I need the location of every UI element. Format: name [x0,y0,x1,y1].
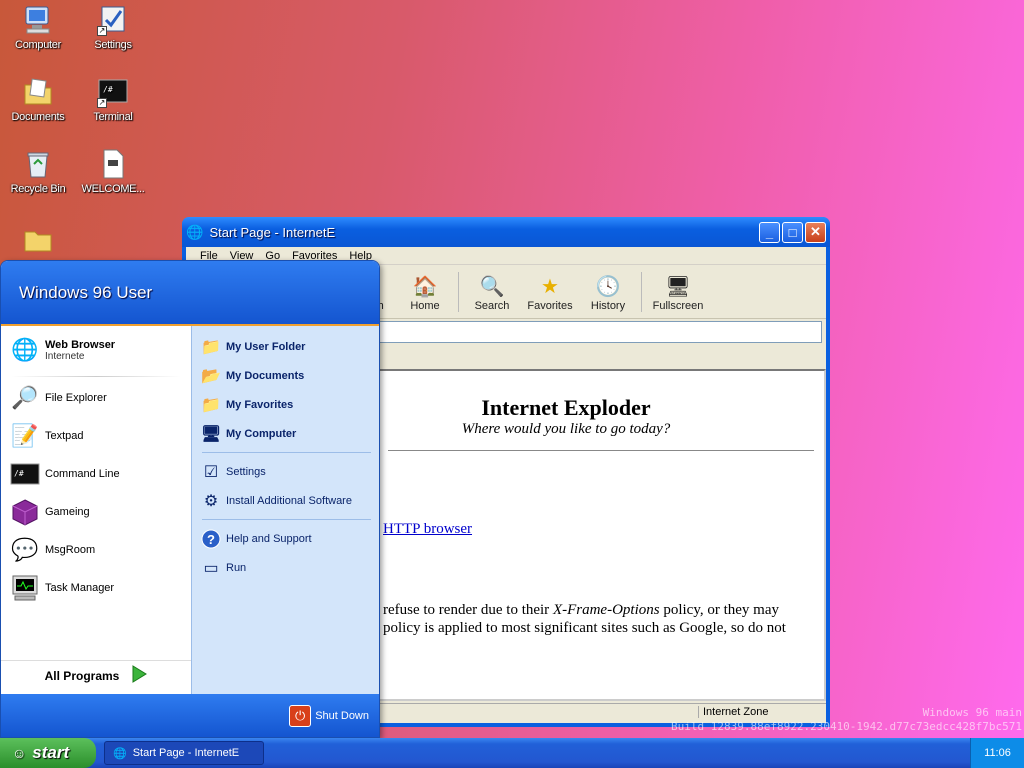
clock[interactable]: 11:06 [984,747,1011,759]
recycle-bin-icon [22,148,54,180]
terminal-icon: /# [9,458,41,490]
globe-icon: 🌐 [11,337,39,362]
start-item-my-user-folder[interactable]: 📁 My User Folder [192,332,379,361]
start-menu-pinned: 🌐 Web Browser Internete 🔎 File Explorer 📝 T… [1,326,191,696]
computer-icon: 🖥 [200,425,222,443]
browser-app-icon: 🌐 [186,223,204,240]
separator [202,452,371,453]
star-icon: ★ [541,276,559,298]
window-title: Start Page - InternetE [209,224,336,240]
chat-icon: 💬 [11,537,39,562]
search-button[interactable]: 🔍 Search [463,274,521,312]
shutdown-button[interactable]: ⏻ Shut Down [289,704,369,727]
start-item-my-computer[interactable]: 🖥 My Computer [192,419,379,448]
desktop-icon-computer[interactable]: Computer [0,4,76,51]
start-item-file-explorer[interactable]: 🔎 File Explorer [1,379,191,417]
toolbar-separator [458,272,459,312]
home-icon: 🏠 [412,276,438,298]
build-watermark: Windows 96 main Build 12839.88ef8922.230… [671,706,1022,733]
desktop-icon-welcome[interactable]: WELCOME... [75,148,151,195]
svg-text:?: ? [207,532,215,547]
start-item-textpad[interactable]: 📝 Textpad [1,417,191,455]
folder-icon: 📁 [201,338,221,356]
notepad-icon: 📝 [11,423,39,448]
info-paragraph: refuse to render due to their X-Frame-Op… [383,602,786,636]
start-item-command-line[interactable]: /# Command Line [1,455,191,493]
folder-icon [22,224,54,256]
desktop-icon-recycle-bin[interactable]: Recycle Bin [0,148,76,195]
desktop-icon-folder[interactable] [0,224,76,259]
address-bar[interactable] [366,321,822,343]
desktop-icon-terminal[interactable]: /# ↗ Terminal [75,76,151,123]
home-button[interactable]: 🏠 Home [396,274,454,312]
separator [202,519,371,520]
desktop-icon-documents[interactable]: Documents [0,76,76,123]
divider [388,450,814,451]
start-menu: Windows 96 User 🌐 Web Browser Internete 🔎… [0,260,380,738]
all-programs-button[interactable]: All Programs [1,660,191,690]
start-item-help-support[interactable]: ? Help and Support [192,524,379,553]
taskbar: ☺ start 🌐 Start Page - InternetE 11:06 [0,738,1024,768]
settings-icon: ↗ [97,4,129,36]
minimize-button[interactable]: _ [759,221,780,243]
svg-text:/#: /# [103,85,113,94]
start-item-my-documents[interactable]: 📂 My Documents [192,361,379,390]
cube-icon [9,496,41,528]
close-button[interactable]: ✕ [805,221,826,243]
computer-icon [22,4,54,36]
start-item-web-browser[interactable]: 🌐 Web Browser Internete [1,326,191,374]
http-browser-link[interactable]: HTTP browser [383,521,472,538]
browser-app-icon: 🌐 [113,747,127,760]
folder-icon: 📁 [201,396,221,414]
help-icon: ? [200,528,222,550]
start-menu-footer: ⏻ Shut Down [1,694,379,737]
start-item-gameing[interactable]: Gameing [1,493,191,531]
power-icon: ⏻ [289,704,312,727]
documents-icon [22,76,54,108]
documents-icon: 📂 [201,367,221,385]
fullscreen-button[interactable]: 🖥 Fullscreen [646,274,710,312]
search-icon: 🔍 [479,276,505,298]
user-name: Windows 96 User [19,282,153,302]
fullscreen-icon: 🖥 [665,276,691,298]
desktop-icon-settings[interactable]: ↗ Settings [75,4,151,51]
svg-text:/#: /# [14,469,24,478]
window-titlebar[interactable]: 🌐 Start Page - InternetE _ □ ✕ [182,217,830,247]
text-file-icon [97,148,129,180]
settings-icon: ☑ [203,463,219,481]
separator [11,376,181,377]
install-icon: ⚙ [203,492,219,510]
system-tray: 11:06 [970,738,1024,768]
start-menu-header: Windows 96 User [1,261,379,326]
start-item-my-favorites[interactable]: 📁 My Favorites [192,390,379,419]
start-item-install-software[interactable]: ⚙ Install Additional Software [192,486,379,515]
task-manager-icon [9,572,41,604]
history-button[interactable]: 🕓 History [579,274,637,312]
windows-logo-icon: ☺ [12,745,27,761]
taskbar-item-browser[interactable]: 🌐 Start Page - InternetE [104,741,264,765]
start-item-msgroom[interactable]: 💬 MsgRoom [1,531,191,569]
start-item-settings[interactable]: ☑ Settings [192,457,379,486]
run-icon: ▭ [203,559,219,577]
arrow-right-icon [131,665,148,686]
start-item-task-manager[interactable]: Task Manager [1,569,191,607]
favorites-button[interactable]: ★ Favorites [521,274,579,312]
maximize-button[interactable]: □ [782,221,803,243]
history-icon: 🕓 [595,276,621,298]
file-explorer-icon: 🔎 [11,385,39,410]
terminal-icon: /# ↗ [97,76,129,108]
start-button[interactable]: ☺ start [0,738,96,768]
start-item-run[interactable]: ▭ Run [192,553,379,582]
start-menu-places: 📁 My User Folder 📂 My Documents 📁 My Favori… [191,326,379,696]
toolbar-separator [641,272,642,312]
